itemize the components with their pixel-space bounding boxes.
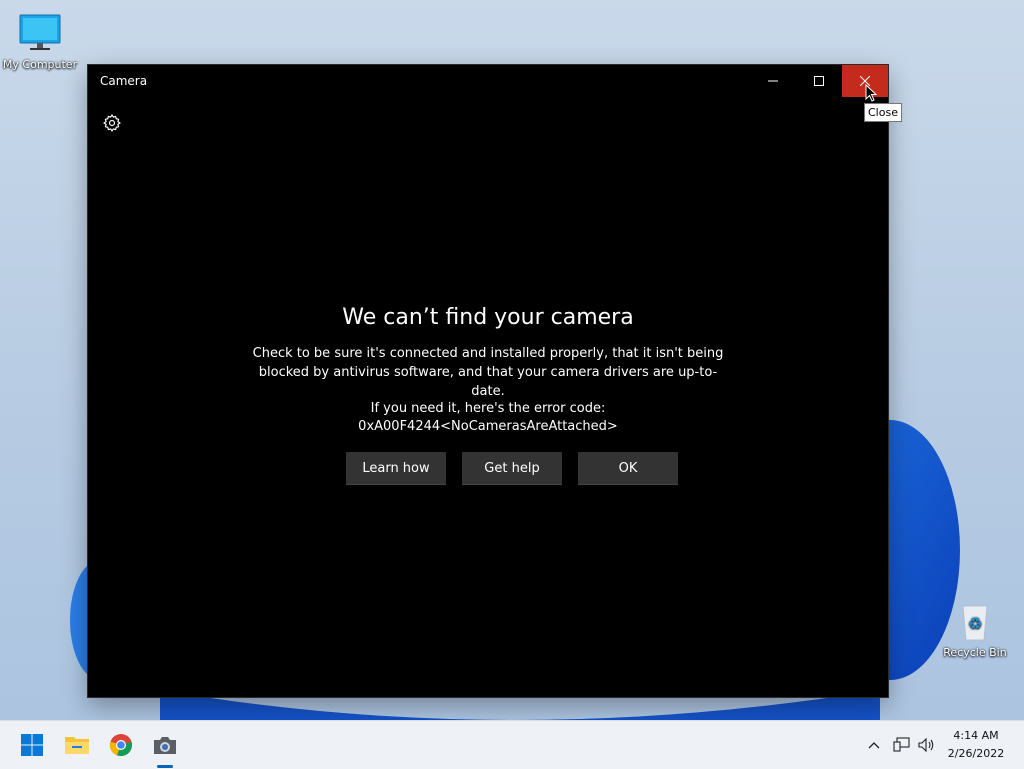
chrome-button[interactable] xyxy=(106,730,136,760)
taskbar: 4:14 AM 2/26/2022 xyxy=(0,720,1024,769)
error-description: Check to be sure it's connected and inst… xyxy=(252,346,724,399)
minimize-button[interactable] xyxy=(750,65,796,97)
title-bar[interactable]: Camera xyxy=(88,65,888,97)
error-code: 0xA00F4244<NoCamerasAreAttached> xyxy=(358,419,618,434)
volume-button[interactable] xyxy=(916,721,938,769)
network-icon xyxy=(893,737,910,752)
folder-icon xyxy=(65,737,89,754)
error-title: We can’t find your camera xyxy=(342,305,634,330)
desktop-icon-recycle-bin[interactable]: ♻ Recycle Bin xyxy=(935,598,1015,659)
window-title: Camera xyxy=(100,74,148,88)
get-help-button[interactable]: Get help xyxy=(462,452,562,485)
windows-start-icon xyxy=(21,734,43,756)
ok-button[interactable]: OK xyxy=(578,452,678,485)
camera-window: Camera We can’t find your camera Check t… xyxy=(88,65,888,697)
start-button[interactable] xyxy=(17,730,47,760)
monitor-icon xyxy=(17,10,63,56)
network-button[interactable] xyxy=(890,721,914,769)
chevron-up-icon xyxy=(868,742,880,749)
settings-button[interactable] xyxy=(100,111,124,135)
learn-how-button[interactable]: Learn how xyxy=(346,452,446,485)
camera-app-button[interactable] xyxy=(150,730,180,760)
clock-time: 4:14 AM xyxy=(953,729,999,742)
gear-icon xyxy=(103,114,121,132)
speaker-icon xyxy=(918,737,934,753)
desktop-icon-label: My Computer xyxy=(2,58,78,71)
file-explorer-button[interactable] xyxy=(62,730,92,760)
error-code-label: If you need it, here's the error code: xyxy=(370,401,606,416)
clock[interactable]: 4:14 AM 2/26/2022 xyxy=(940,727,1012,763)
show-hidden-icons-button[interactable] xyxy=(864,721,884,769)
desktop-icon-my-computer[interactable]: My Computer xyxy=(0,10,80,71)
mouse-cursor-icon xyxy=(865,83,878,106)
camera-icon xyxy=(154,737,176,754)
minimize-icon xyxy=(768,80,778,82)
maximize-icon xyxy=(814,76,824,86)
clock-date: 2/26/2022 xyxy=(947,747,1005,760)
svg-text:♻: ♻ xyxy=(968,614,982,633)
chrome-icon xyxy=(109,734,132,757)
desktop-icon-label: Recycle Bin xyxy=(943,646,1007,659)
maximize-button[interactable] xyxy=(796,65,842,97)
recycle-bin-icon: ♻ xyxy=(952,598,998,644)
